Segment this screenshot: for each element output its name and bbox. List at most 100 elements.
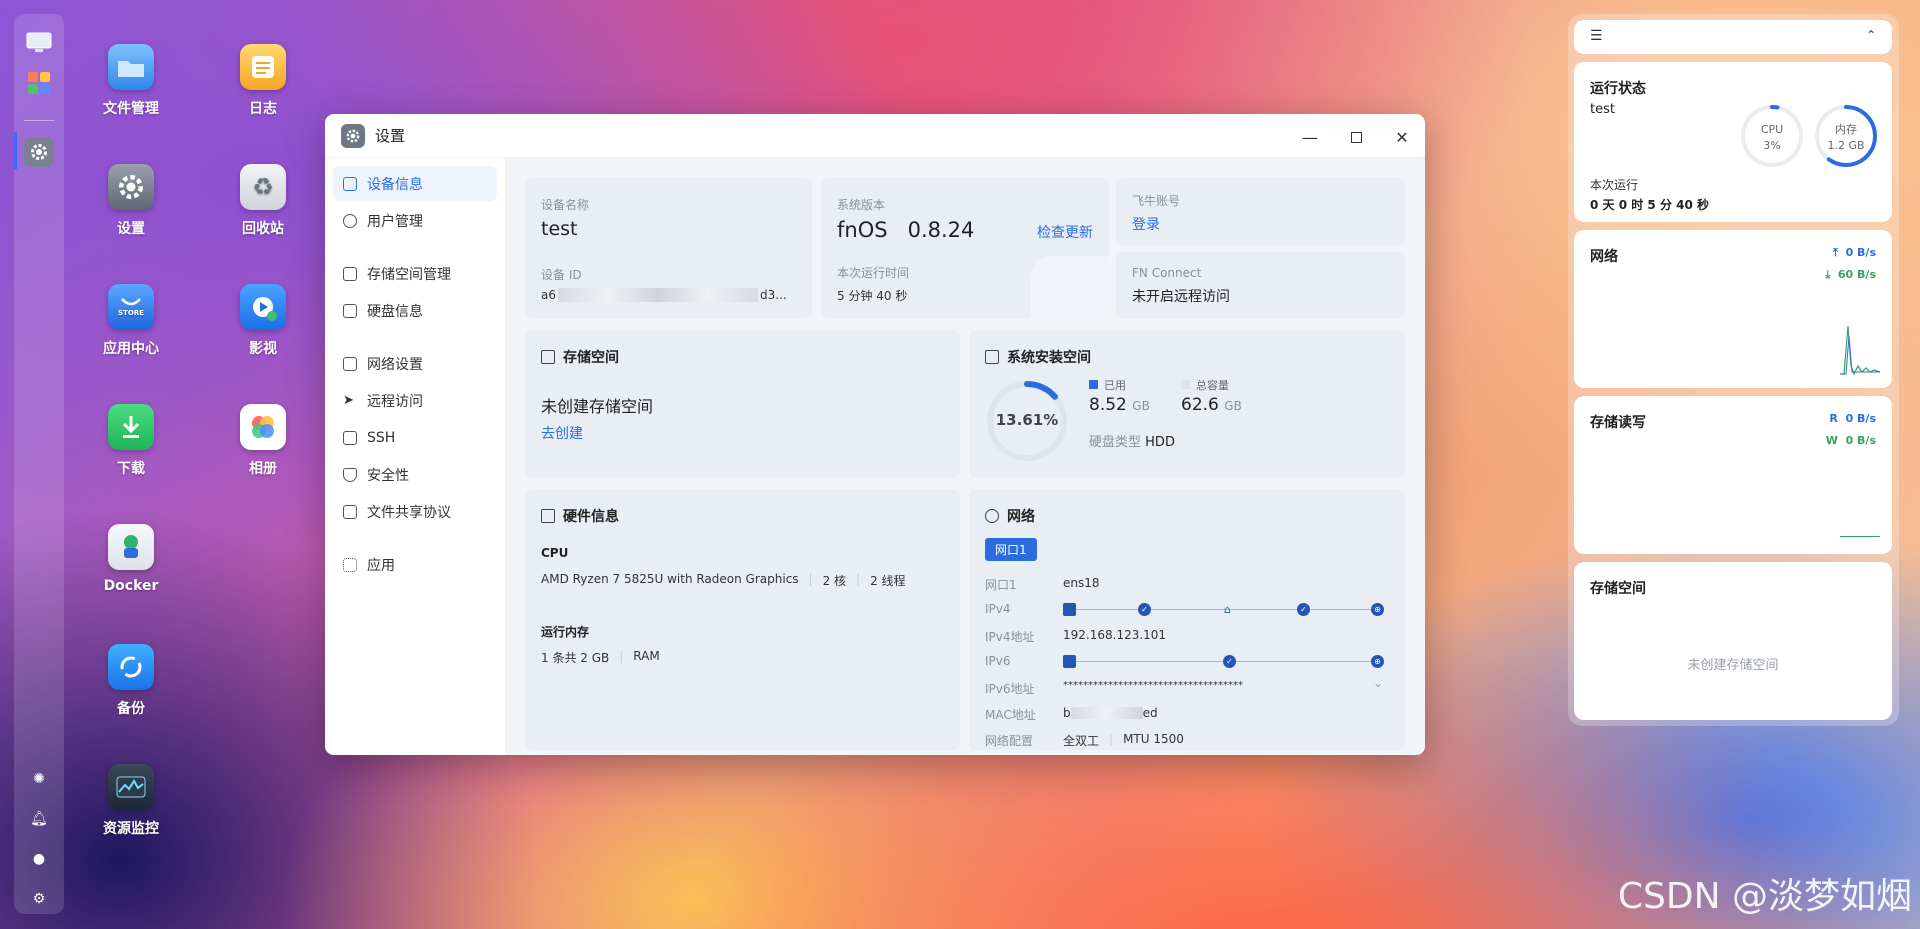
uptime-value: 0 天 0 时 5 分 40 秒 bbox=[1590, 198, 1709, 212]
window-titlebar[interactable]: 设置 bbox=[325, 114, 1425, 158]
disk-icon bbox=[985, 350, 999, 364]
expand-icon[interactable]: ⌄ bbox=[1373, 676, 1383, 690]
app-label: 备份 bbox=[117, 701, 145, 717]
ipv6-address: ************************************ bbox=[1063, 680, 1243, 691]
storage-card: 存储空间 未创建存储空间 去创建 bbox=[525, 331, 960, 477]
memory-info: 1 条共 2 GB | RAM bbox=[541, 649, 660, 665]
ipv4-address-label: IPv4地址 bbox=[985, 630, 1035, 644]
fn-connect-card: FN Connect 未开启远程访问 bbox=[1116, 252, 1405, 318]
memory-label: 运行内存 bbox=[541, 625, 590, 639]
desktop-app-recycle[interactable]: ♻ 回收站 bbox=[213, 164, 313, 238]
login-link[interactable]: 登录 bbox=[1132, 214, 1160, 234]
settings-sidebar: 设备信息 用户管理 存储空间管理 硬盘信息 网络设置 ➤ 远程访问 SSH 安全性… bbox=[325, 158, 505, 755]
backup-icon bbox=[108, 644, 154, 690]
status-widget: 运行状态 test CPU 3% 内存 1.2 GB 本次运行 0 天 0 时 … bbox=[1574, 62, 1892, 222]
device-name-label: 设备名称 bbox=[541, 198, 590, 212]
desktop-app-video[interactable]: 影视 bbox=[213, 284, 313, 358]
log-icon bbox=[240, 44, 286, 90]
mac-address: b ed bbox=[1063, 706, 1158, 720]
uptime-value: 5 分钟 40 秒 bbox=[837, 289, 908, 303]
check-update-link[interactable]: 检查更新 bbox=[1037, 222, 1093, 242]
user-icon[interactable]: ● bbox=[30, 850, 48, 868]
send-icon: ➤ bbox=[343, 392, 354, 408]
check-icon: ✓ bbox=[1223, 655, 1236, 668]
widget-panel: ☰ ⌃ 运行状态 test CPU 3% 内存 1.2 GB 本次运行 0 天 … bbox=[1568, 14, 1899, 726]
nav-file-sharing[interactable]: 文件共享协议 bbox=[333, 494, 497, 529]
settings-window: 设置 — ✕ 设备信息 用户管理 存储空间管理 硬盘信息 网络设置 ➤ 远程访问 … bbox=[325, 114, 1425, 755]
memory-value: 1.2 GB bbox=[1827, 139, 1864, 152]
desktop-app-photos[interactable]: 相册 bbox=[213, 404, 313, 478]
check-icon: ✓ bbox=[1138, 603, 1151, 616]
monitor-icon bbox=[26, 32, 52, 52]
ipv6-label: IPv6 bbox=[985, 654, 1011, 668]
app-label: 日志 bbox=[249, 101, 277, 117]
bell-icon[interactable]: 🔔︎ bbox=[30, 810, 48, 828]
used-legend: 已用 bbox=[1089, 377, 1126, 393]
ipv4-label: IPv4 bbox=[985, 602, 1011, 616]
app-label: 设置 bbox=[117, 221, 145, 237]
desktop-app-download[interactable]: 下载 bbox=[81, 404, 181, 478]
storage-title: 存储空间 bbox=[541, 347, 619, 367]
maximize-button[interactable] bbox=[1343, 124, 1369, 150]
desktop-button[interactable] bbox=[24, 28, 54, 58]
port-tab[interactable]: 网口1 bbox=[985, 538, 1037, 561]
nav-label: 硬盘信息 bbox=[367, 303, 423, 320]
nav-device-info[interactable]: 设备信息 bbox=[333, 166, 497, 201]
nav-security[interactable]: 安全性 bbox=[333, 457, 497, 492]
hardware-title: 硬件信息 bbox=[541, 506, 619, 526]
nav-label: 文件共享协议 bbox=[367, 504, 451, 521]
nav-ssh[interactable]: SSH bbox=[333, 420, 497, 455]
storage-icon bbox=[541, 350, 555, 364]
nav-label: 用户管理 bbox=[367, 213, 423, 230]
network-sparkline bbox=[1840, 325, 1881, 376]
nav-network[interactable]: 网络设置 bbox=[333, 346, 497, 381]
collapse-icon[interactable]: ⌃ bbox=[1866, 28, 1876, 42]
minimize-button[interactable]: — bbox=[1297, 124, 1323, 150]
status-host: test bbox=[1590, 102, 1615, 117]
wallpaper-icon[interactable]: ✺ bbox=[30, 770, 48, 788]
widget-settings-icon[interactable]: ☰ bbox=[1590, 28, 1603, 44]
desktop-app-logs[interactable]: 日志 bbox=[213, 44, 313, 118]
nav-label: 安全性 bbox=[367, 467, 409, 484]
download-icon: ⤓ bbox=[1825, 268, 1831, 281]
nav-storage[interactable]: 存储空间管理 bbox=[333, 256, 497, 291]
app-label: 资源监控 bbox=[103, 821, 159, 837]
desktop-app-monitor[interactable]: 资源监控 bbox=[81, 764, 181, 838]
nav-disk[interactable]: 硬盘信息 bbox=[333, 293, 497, 328]
desktop-app-backup[interactable]: 备份 bbox=[81, 644, 181, 718]
maximize-icon bbox=[1350, 131, 1362, 143]
desktop-app-store[interactable]: STORE 应用中心 bbox=[81, 284, 181, 358]
usage-percent: 13.61% bbox=[995, 411, 1059, 429]
widget-toolbar: ☰ ⌃ bbox=[1574, 20, 1892, 54]
desktop-app-docker[interactable]: Docker bbox=[81, 524, 181, 594]
nav-users[interactable]: 用户管理 bbox=[333, 203, 497, 238]
device-icon bbox=[343, 176, 357, 191]
read-rate: R 0 B/s bbox=[1829, 412, 1876, 425]
storage-widget-title: 存储空间 bbox=[1590, 581, 1646, 597]
desktop-app-settings[interactable]: 设置 bbox=[81, 164, 181, 238]
minimize-icon: — bbox=[1302, 127, 1318, 147]
app-label: 相册 bbox=[249, 461, 277, 477]
gear-icon bbox=[108, 164, 154, 210]
app-launcher-button[interactable] bbox=[24, 68, 54, 98]
network-config: 全双工 | MTU 1500 bbox=[1063, 732, 1184, 748]
settings-task-button[interactable] bbox=[24, 137, 54, 167]
file-icon bbox=[343, 504, 357, 519]
globe-icon: ⊕ bbox=[1371, 603, 1384, 616]
storage-widget: 存储空间 未创建存储空间 bbox=[1574, 562, 1892, 720]
settings-small-icon[interactable]: ⚙ bbox=[30, 890, 48, 908]
create-storage-link[interactable]: 去创建 bbox=[541, 423, 583, 443]
gear-icon bbox=[31, 144, 47, 160]
network-title: 网络 bbox=[985, 506, 1035, 526]
app-label: 应用中心 bbox=[103, 341, 159, 357]
network-title: 网络 bbox=[1590, 249, 1618, 265]
photos-icon bbox=[240, 404, 286, 450]
nav-apps[interactable]: 应用 bbox=[333, 547, 497, 582]
window-title: 设置 bbox=[375, 127, 406, 145]
nav-remote[interactable]: ➤ 远程访问 bbox=[333, 383, 497, 418]
device-id-label: 设备 ID bbox=[541, 268, 582, 282]
close-button[interactable]: ✕ bbox=[1389, 124, 1415, 150]
version-value: fnOS 0.8.24 bbox=[837, 218, 975, 242]
check-icon: ✓ bbox=[1297, 603, 1310, 616]
desktop-app-files[interactable]: 文件管理 bbox=[81, 44, 181, 118]
